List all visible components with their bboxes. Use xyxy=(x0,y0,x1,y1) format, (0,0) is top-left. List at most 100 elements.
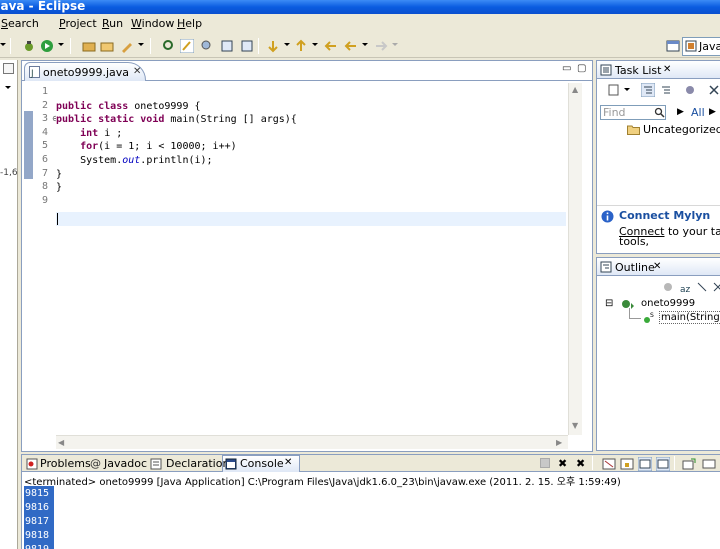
close-icon[interactable]: ✕ xyxy=(653,261,661,272)
categorized-icon[interactable] xyxy=(641,83,655,97)
code-token: public static void xyxy=(56,114,171,126)
chevron-down-icon[interactable] xyxy=(284,43,290,46)
back-icon[interactable] xyxy=(344,39,358,53)
last-edit-location-icon[interactable] xyxy=(324,39,338,53)
terminate-icon[interactable] xyxy=(540,458,550,468)
scroll-left-icon[interactable]: ◀ xyxy=(58,438,64,447)
forward-icon[interactable] xyxy=(374,39,388,53)
chevron-right-icon[interactable]: ▶ xyxy=(709,107,716,117)
hide-nonpublic-icon[interactable] xyxy=(711,280,720,294)
current-line-highlight xyxy=(56,212,566,226)
code-token: (i = 1; i < 10000; i++) xyxy=(98,141,237,153)
outline-method-node[interactable]: main(String[ xyxy=(659,311,720,324)
line-number: 1 xyxy=(41,86,48,97)
minimize-icon[interactable]: ▭ xyxy=(562,63,571,74)
previous-annotation-icon[interactable] xyxy=(294,39,308,53)
search-icon[interactable] xyxy=(200,39,214,53)
open-perspective-icon[interactable] xyxy=(666,39,680,53)
menu-project[interactable]: Project xyxy=(59,17,97,30)
external-tools-icon[interactable] xyxy=(120,39,134,53)
menu-search[interactable]: Search xyxy=(1,17,39,30)
show-console-when-output-icon[interactable] xyxy=(638,457,652,471)
close-icon[interactable]: ✕ xyxy=(663,64,671,75)
remove-launch-icon[interactable]: ✖ xyxy=(558,457,567,470)
show-whitespace-icon[interactable] xyxy=(220,39,234,53)
menu-run[interactable]: Run xyxy=(102,17,123,30)
new-package-icon[interactable] xyxy=(82,39,96,53)
code-line: } xyxy=(56,181,62,194)
scroll-right-icon[interactable]: ▶ xyxy=(556,438,562,447)
collapse-all-icon[interactable] xyxy=(707,83,720,97)
scheduled-icon[interactable] xyxy=(659,83,673,97)
line-number: 4 xyxy=(41,126,48,138)
vertical-scrollbar[interactable]: ▲ ▼ xyxy=(568,83,582,435)
collapse-toggle-icon[interactable]: ⊟ xyxy=(605,298,613,309)
tree-line xyxy=(629,318,641,319)
chevron-down-icon[interactable] xyxy=(0,43,6,46)
console-output-line: 9818 xyxy=(24,529,51,542)
remove-all-terminated-icon[interactable]: ✖ xyxy=(576,457,585,470)
svg-text:S: S xyxy=(650,312,654,319)
chevron-down-icon[interactable] xyxy=(5,86,11,89)
tab-console[interactable]: Console xyxy=(240,457,284,470)
outline-title: Outline xyxy=(615,261,655,274)
close-icon[interactable]: ✕ xyxy=(284,457,292,468)
horizontal-scrollbar[interactable]: ◀ ▶ xyxy=(56,435,568,449)
scroll-down-icon[interactable]: ▼ xyxy=(572,421,578,430)
tab-declaration[interactable]: Declaration xyxy=(166,457,229,470)
console-icon xyxy=(225,458,237,470)
editor-pane: J oneto9999.java ✕ ▭ ▢ 123456789⊖ public… xyxy=(21,60,593,452)
chevron-down-icon[interactable] xyxy=(138,43,144,46)
ruler-marker xyxy=(24,111,33,179)
hide-static-icon[interactable] xyxy=(695,280,709,294)
chevron-down-icon[interactable] xyxy=(58,43,64,46)
new-task-icon[interactable] xyxy=(607,83,621,97)
toggle-mark-occurrences-icon[interactable] xyxy=(180,39,194,53)
scroll-up-icon[interactable]: ▲ xyxy=(572,85,578,94)
filter-all-link[interactable]: All xyxy=(691,106,705,119)
toolbar-separator xyxy=(70,38,71,54)
line-number: 7 xyxy=(41,167,48,179)
sort-icon[interactable]: az xyxy=(679,280,693,294)
tab-javadoc[interactable]: Javadoc xyxy=(104,457,147,470)
tab-problems[interactable]: Problems xyxy=(40,457,91,470)
outline-class-node[interactable]: oneto9999 xyxy=(641,298,695,309)
code-line: } xyxy=(56,168,62,181)
chevron-down-icon[interactable] xyxy=(362,43,368,46)
menu-help[interactable]: Help xyxy=(177,17,202,30)
new-class-icon[interactable] xyxy=(100,39,114,53)
code-token: int xyxy=(80,127,105,139)
menu-bar: Search Project Run Window Help xyxy=(0,15,720,33)
debug-icon[interactable] xyxy=(22,39,36,53)
chevron-down-icon[interactable] xyxy=(312,43,318,46)
menu-window[interactable]: Window xyxy=(131,17,174,30)
editor-tab[interactable]: J oneto9999.java ✕ xyxy=(24,62,146,81)
open-type-icon[interactable] xyxy=(162,39,176,53)
next-annotation-icon[interactable] xyxy=(266,39,280,53)
show-console-when-error-icon[interactable] xyxy=(656,457,670,471)
display-console-icon[interactable] xyxy=(702,457,716,471)
line-number-gutter: 123456789⊖ xyxy=(34,83,59,435)
maximize-icon[interactable]: ▢ xyxy=(577,63,586,74)
console-status-header: <terminated> oneto9999 [Java Application… xyxy=(24,477,621,488)
pin-console-icon[interactable] xyxy=(682,457,696,471)
search-icon[interactable] xyxy=(654,107,665,118)
close-icon[interactable]: ✕ xyxy=(133,66,141,77)
window-title-bar[interactable]: Java - Eclipse xyxy=(0,0,720,14)
chevron-down-icon[interactable] xyxy=(392,43,398,46)
code-area[interactable]: public class oneto9999 {public static vo… xyxy=(56,83,566,435)
chevron-right-icon[interactable]: ▶ xyxy=(677,107,684,117)
outline-icon xyxy=(600,261,612,273)
task-list-icon xyxy=(600,64,612,76)
chevron-down-icon[interactable] xyxy=(624,88,630,91)
clear-console-icon[interactable] xyxy=(602,457,616,471)
console-pane: Problems @ Javadoc Declaration Console ✕… xyxy=(21,454,720,549)
hide-fields-icon[interactable] xyxy=(661,280,675,294)
block-selection-icon[interactable] xyxy=(240,39,254,53)
focus-icon[interactable] xyxy=(683,83,697,97)
category-uncategorized[interactable]: Uncategorized xyxy=(643,123,720,136)
connect-mylyn-text: Connect to your task a tools, xyxy=(619,226,720,247)
restore-icon[interactable] xyxy=(3,63,14,74)
scroll-lock-icon[interactable] xyxy=(620,457,634,471)
run-icon[interactable] xyxy=(40,39,54,53)
